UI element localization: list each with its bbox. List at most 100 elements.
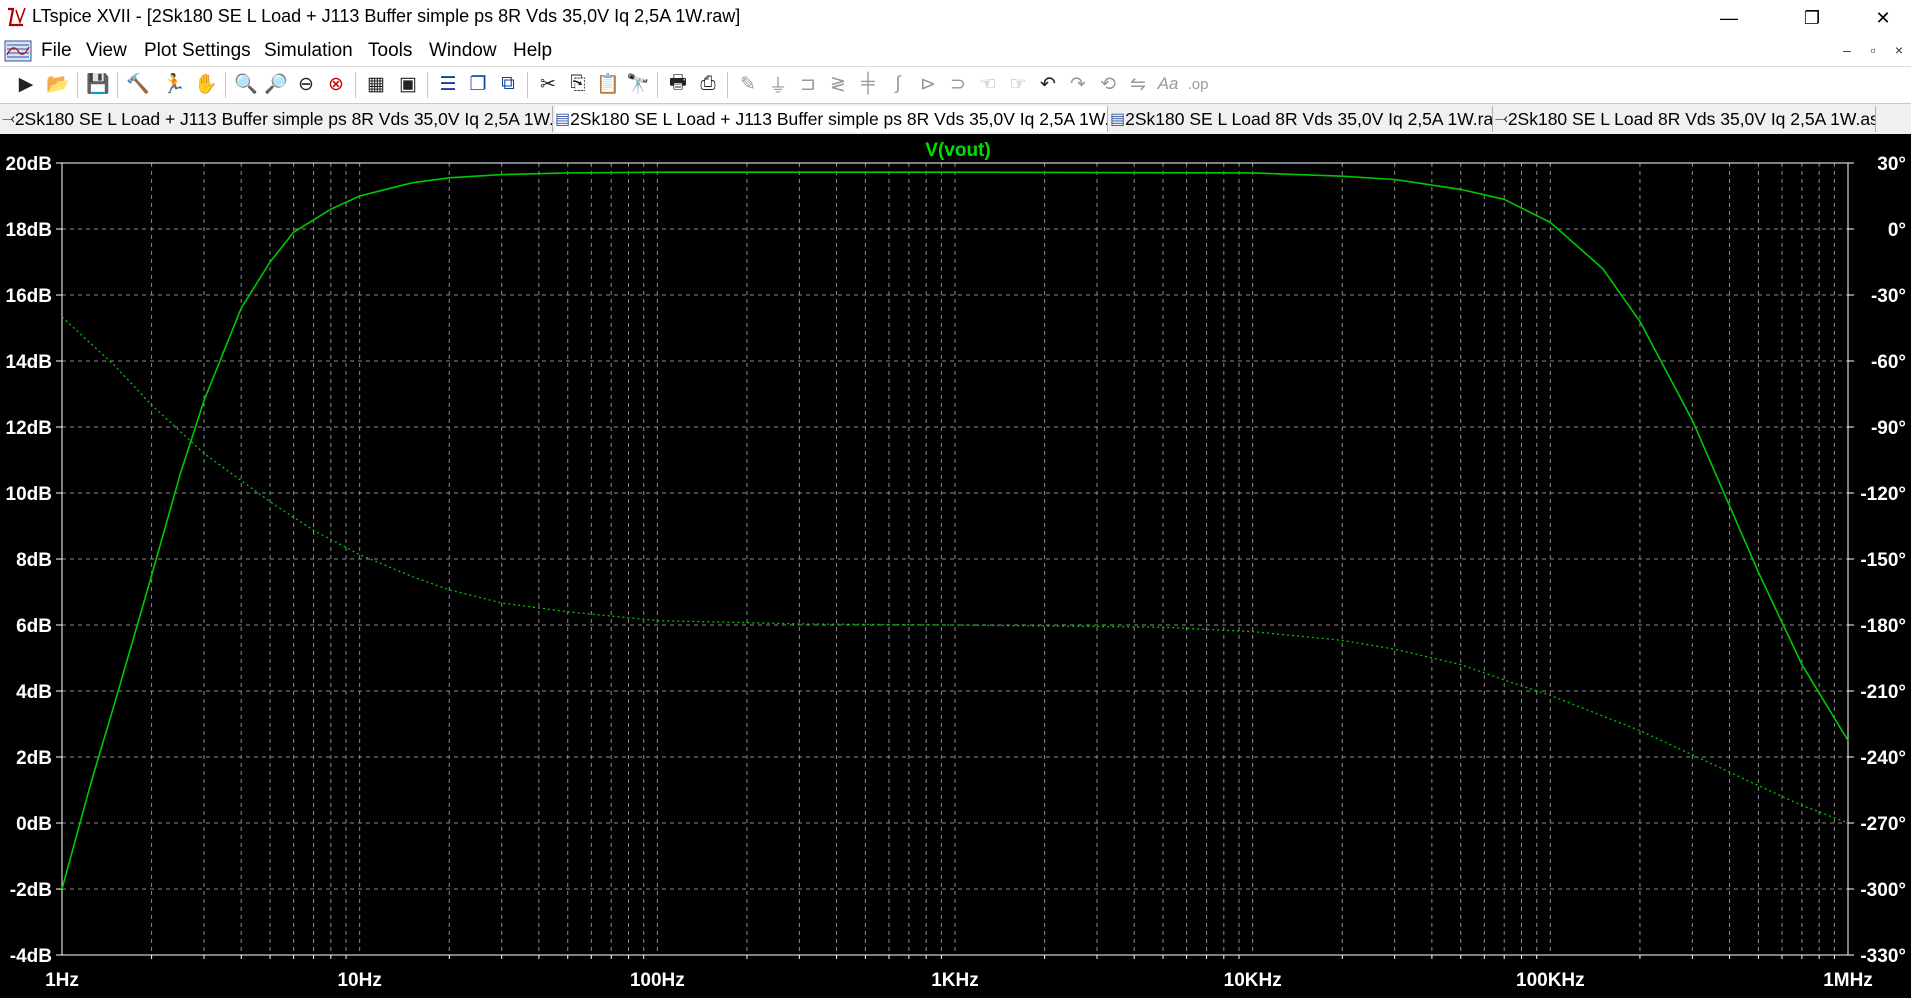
open-icon[interactable]: 📂 [44,70,72,98]
tab-schematic-2[interactable]: ⤙ 2Sk180 SE L Load 8R Vds 35,0V Iq 2,5A … [1495,106,1876,132]
tab-waveform-1[interactable]: ▤ 2Sk180 SE L Load + J113 Buffer simple … [555,106,1108,132]
drag-icon[interactable]: ☞ [1004,70,1032,98]
plot-pane-icon[interactable]: ▣ [394,70,422,98]
zoom-back-icon[interactable]: ⊖ [292,70,320,98]
y-tick-label-left: 2dB [16,748,52,769]
mdi-minimize-button[interactable]: – [1836,42,1858,62]
minimize-button[interactable]: — [1701,0,1757,36]
tile-vertical-icon[interactable]: ⧉ [494,70,522,98]
toolbar-separator [427,72,428,98]
label-icon[interactable]: ⊐ [794,70,822,98]
y-tick-label-left: -4dB [10,946,52,967]
toolbar-separator [355,72,356,98]
spice-directive-icon[interactable]: .op [1184,70,1212,98]
cut-icon[interactable]: ✂ [534,70,562,98]
y-tick-label-right: -270° [1860,814,1906,835]
redo-icon[interactable]: ↷ [1064,70,1092,98]
title-bar: LTspice XVII - [2Sk180 SE L Load + J113 … [0,0,1911,36]
y-tick-label-right: 30° [1877,154,1906,175]
copy-icon[interactable]: ⎘ [564,70,592,98]
move-icon[interactable]: ☜ [974,70,1002,98]
tab-label: 2Sk180 SE L Load + J113 Buffer simple ps… [14,108,553,129]
y-tick-label-left: -2dB [10,880,52,901]
autorange-icon[interactable]: ▦ [362,70,390,98]
ground-icon[interactable]: ⏚ [764,70,792,98]
toolbar: ▶ 📂 💾 🔨 🏃 ✋ 🔍 🔎 ⊖ ⊗ ▦ ▣ ☰ ❐ ⧉ ✂ ⎘ 📋 🔭 🖶 … [0,66,1911,103]
plot-grid [62,163,1848,955]
x-tick-label: 1KHz [931,970,979,991]
menu-plot-settings[interactable]: Plot Settings [144,40,251,62]
control-panel-icon[interactable]: 🔨 [124,70,152,98]
menu-window[interactable]: Window [429,40,497,62]
capacitor-icon[interactable]: ╪ [854,70,882,98]
schematic-icon: ⤙ [2,110,15,127]
trace-label[interactable]: V(vout) [925,140,990,161]
y-tick-label-right: -150° [1860,550,1906,571]
y-tick-label-right: -300° [1860,880,1906,901]
zoom-in-icon[interactable]: 🔍 [232,70,260,98]
toolbar-separator [657,72,658,98]
undo-icon[interactable]: ↶ [1034,70,1062,98]
run-simulation-icon[interactable]: 🏃 [160,70,188,98]
menu-file[interactable]: File [41,40,72,62]
y-tick-label-right: -240° [1860,748,1906,769]
mdi-close-button[interactable]: × [1888,42,1910,62]
tab-waveform-2[interactable]: ▤ 2Sk180 SE L Load 8R Vds 35,0V Iq 2,5A … [1110,106,1493,132]
resistor-icon[interactable]: ≷ [824,70,852,98]
paste-icon[interactable]: 📋 [594,70,622,98]
menu-simulation[interactable]: Simulation [264,40,353,62]
toolbar-separator [117,72,118,98]
axis-ticks [56,162,1854,959]
print-icon[interactable]: ⎙ [694,70,722,98]
x-tick-label: 10KHz [1224,970,1282,991]
menu-view[interactable]: View [86,40,127,62]
tab-label: 2Sk180 SE L Load 8R Vds 35,0V Iq 2,5A 1W… [1125,108,1493,129]
cascade-icon[interactable]: ❐ [464,70,492,98]
x-tick-label: 100Hz [630,970,685,991]
mdi-restore-button[interactable]: ▫ [1862,42,1884,62]
rotate-icon[interactable]: ⟲ [1094,70,1122,98]
restore-button[interactable]: ❐ [1784,0,1840,36]
y-tick-label-left: 4dB [16,682,52,703]
inductor-icon[interactable]: ∫ [884,70,912,98]
bode-plot[interactable]: 20dB 18dB 16dB 14dB 12dB 10dB 8dB 6dB 4dB 2dB 0dB -… [0,134,1911,998]
x-tick-label: 10Hz [337,970,381,991]
y-tick-label-left: 0dB [16,814,52,835]
run-icon[interactable]: ▶ [12,70,40,98]
document-tab-bar: ⤙ 2Sk180 SE L Load + J113 Buffer simple … [0,103,1911,135]
save-icon[interactable]: 💾 [84,70,112,98]
tab-schematic-1[interactable]: ⤙ 2Sk180 SE L Load + J113 Buffer simple … [2,106,553,132]
wire-icon[interactable]: ✎ [734,70,762,98]
axis-labels: 20dB 18dB 16dB 14dB 12dB 10dB 8dB 6dB 4dB 2dB 0dB -… [6,154,1906,991]
diode-icon[interactable]: ⊳ [914,70,942,98]
find-icon[interactable]: 🔭 [624,70,652,98]
waveform-icon: ▤ [1110,111,1126,128]
y-tick-label-left: 20dB [6,154,52,175]
pan-icon[interactable]: ✋ [192,70,220,98]
y-tick-label-right: -90° [1871,418,1906,439]
zoom-cancel-icon[interactable]: ⊗ [322,70,350,98]
toolbar-separator [225,72,226,98]
close-button[interactable]: ✕ [1855,0,1911,36]
schematic-icon: ⤙ [1495,110,1508,127]
toolbar-separator [77,72,78,98]
menu-bar: File View Plot Settings Simulation Tools… [0,36,1911,66]
menu-help[interactable]: Help [513,40,552,62]
waveform-plot-pane[interactable]: 20dB 18dB 16dB 14dB 12dB 10dB 8dB 6dB 4dB 2dB 0dB -… [0,134,1911,998]
waveform-document-icon[interactable] [4,39,32,63]
y-tick-label-right: -60° [1871,352,1906,373]
print-preview-icon[interactable]: 🖶 [664,70,692,98]
text-icon[interactable]: Aa [1154,70,1182,98]
menu-tools[interactable]: Tools [368,40,412,62]
x-tick-label: 1Hz [45,970,79,991]
component-icon[interactable]: ⊃ [944,70,972,98]
mirror-icon[interactable]: ⇋ [1124,70,1152,98]
y-tick-label-left: 16dB [6,286,52,307]
toolbar-separator [527,72,528,98]
zoom-out-icon[interactable]: 🔎 [262,70,290,98]
tab-label: 2Sk180 SE L Load + J113 Buffer simple ps… [570,108,1108,129]
tile-horizontal-icon[interactable]: ☰ [434,70,462,98]
x-tick-label: 1MHz [1823,970,1873,991]
waveform-icon: ▤ [555,111,571,128]
ltspice-logo-icon [8,7,26,27]
